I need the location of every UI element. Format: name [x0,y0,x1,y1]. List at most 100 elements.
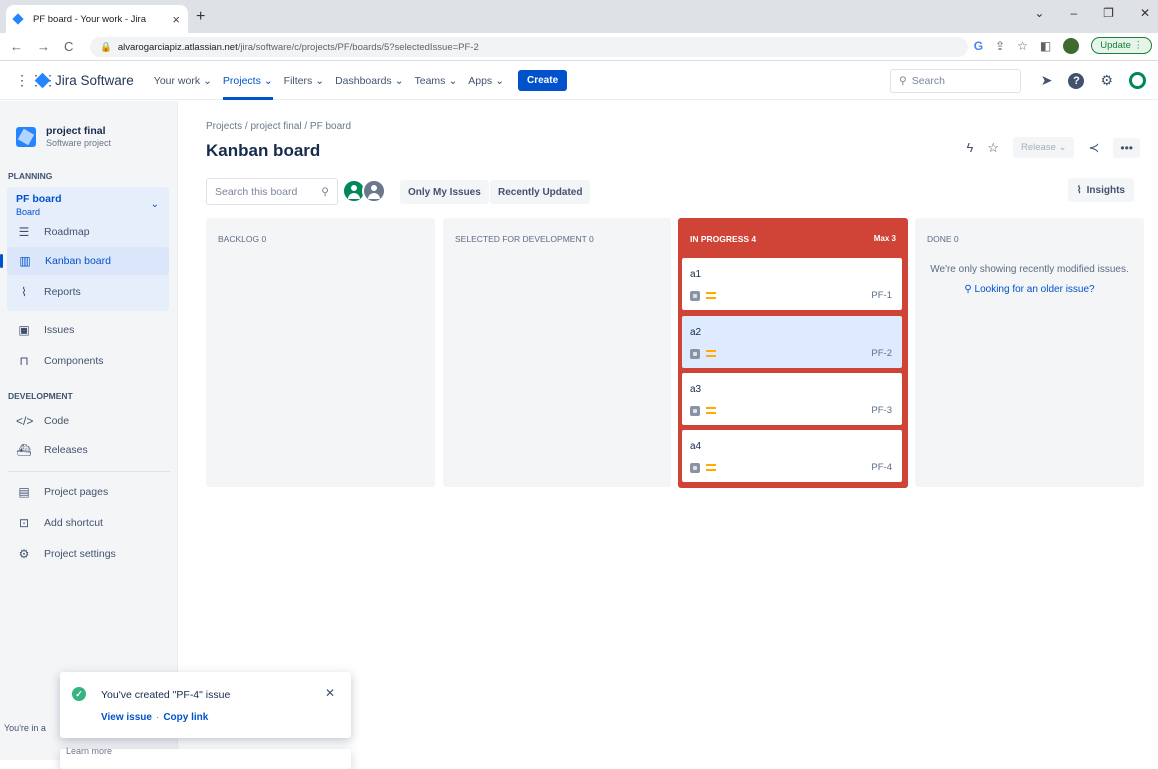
planning-heading: PLANNING [8,171,53,181]
back-icon[interactable]: ← [10,39,23,54]
success-flag: ✓ You've created "PF-4" issue ✕ View iss… [60,672,351,738]
window-controls: ⌄ – ❐ ✕ [1034,6,1150,20]
restore-icon[interactable]: ❐ [1103,6,1114,20]
flag-actions: View issue · Copy link [101,712,209,723]
issue-card[interactable]: a3 PF-3 [682,373,902,425]
sidebar-item-kanban-board[interactable]: ▥ Kanban board [7,247,169,275]
close-tab-icon[interactable]: × [172,12,180,27]
top-right-icons: ➤ ? ⚙ [1041,72,1146,89]
column-backlog: BACKLOG 0 [206,218,435,487]
share-page-icon[interactable]: ⇪ [995,39,1005,53]
menu-dashboards[interactable]: Dashboards ⌄ [335,62,403,100]
breadcrumb[interactable]: Projects / project final / PF board [206,121,351,132]
jira-diamond-icon [34,72,51,89]
releases-ship-icon: ⛴ [16,443,32,457]
issue-card-selected[interactable]: a2 PF-2 [682,316,902,368]
chevron-down-icon: ⌄ [495,74,504,87]
unassigned-avatar[interactable] [362,179,386,203]
task-type-icon [690,291,700,301]
sidebar-item-components[interactable]: ⊓ Components [16,347,103,375]
help-icon[interactable]: ? [1068,72,1085,89]
assignee-avatars [342,179,386,203]
notifications-icon[interactable]: ➤ [1041,72,1053,89]
project-avatar [16,126,36,147]
sidebar-item-project-pages[interactable]: ▤ Project pages [16,478,108,506]
column-header: IN PROGRESS 4 [690,234,757,244]
url-path: /jira/software/c/projects/PF/boards/5?se… [237,41,479,53]
menu-filters[interactable]: Filters ⌄ [284,62,324,100]
automation-bolt-icon[interactable]: ϟ [966,140,973,155]
minimize-icon[interactable]: – [1070,6,1077,20]
settings-gear-icon[interactable]: ⚙ [1100,72,1113,89]
project-header[interactable]: project final Software project [16,125,111,148]
jira-logo[interactable]: Jira Software [34,72,134,89]
browser-toolbar-right: G ⇪ ☆ ◧ Update ⋮ [974,37,1152,54]
menu-apps[interactable]: Apps ⌄ [468,62,504,100]
jira-top-nav: ⋮⋮⋮ Jira Software Your work⌄ Projects⌄ F… [0,62,1158,100]
card-title: a1 [690,269,702,280]
copy-link-link[interactable]: Copy link [163,712,208,723]
issue-card[interactable]: a4 PF-4 [682,430,902,482]
profile-avatar[interactable] [1129,72,1146,89]
update-button[interactable]: Update ⋮ [1091,37,1152,54]
task-type-icon [690,406,700,416]
menu-your-work[interactable]: Your work ⌄ [154,62,212,100]
google-icon[interactable]: G [974,39,983,53]
browser-profile-avatar[interactable] [1063,37,1080,54]
star-icon[interactable]: ☆ [987,140,999,156]
sidebar-item-project-settings[interactable]: ⚙ Project settings [16,540,116,568]
forward-icon[interactable]: → [37,39,50,54]
sidebar-item-issues[interactable]: ▣ Issues [16,316,74,344]
sidebar-item-add-shortcut[interactable]: ⊡ Add shortcut [16,509,103,537]
search-icon: ⚲ [899,75,907,87]
project-sidebar: project final Software project PLANNING … [0,101,178,760]
create-button[interactable]: Create [518,70,568,91]
board-name[interactable]: PF board [16,193,62,205]
board-search-input[interactable]: Search this board ⚲ [206,178,338,205]
done-info-text: We're only showing recently modified iss… [930,264,1129,275]
board-subtitle: Board [16,207,41,217]
issue-card[interactable]: a1 PF-1 [682,258,902,310]
column-in-progress: IN PROGRESS 4 Max 3 a1 PF-1 a2 PF-2 a3 P… [678,218,908,488]
global-search-input[interactable]: ⚲ Search [890,69,1021,93]
menu-teams[interactable]: Teams ⌄ [415,62,458,100]
sidebar-item-releases[interactable]: ⛴ Releases [16,436,87,464]
view-issue-link[interactable]: View issue [101,712,152,723]
close-icon[interactable]: ✕ [325,686,335,700]
app-switcher-icon[interactable]: ⋮⋮⋮ [15,72,57,89]
learn-more-link[interactable]: Learn more [66,746,112,756]
older-issue-link[interactable]: ⚲ Looking for an older issue? [915,284,1144,295]
column-header: SELECTED FOR DEVELOPMENT 0 [455,234,594,244]
priority-medium-icon [706,292,716,299]
card-key: PF-1 [871,290,892,301]
menu-projects[interactable]: Projects ⌄ [222,62,273,100]
reload-icon[interactable]: C [64,39,73,54]
only-my-issues-filter[interactable]: Only My Issues [400,180,489,204]
project-name: project final [46,125,106,137]
sidebar-item-roadmap[interactable]: ☰ Roadmap [16,218,90,246]
chevron-down-icon: ⌄ [448,74,458,87]
close-window-icon[interactable]: ✕ [1140,6,1150,20]
new-tab-icon[interactable]: + [196,8,205,26]
priority-medium-icon [706,464,716,471]
sidebar-divider [8,471,170,472]
sidebar-item-code[interactable]: </> Code [16,407,69,435]
side-panel-icon[interactable]: ◧ [1040,39,1051,53]
top-menu: Your work ⌄ Projects ⌄ Filters ⌄ Dashboards… [154,62,504,100]
roadmap-icon: ☰ [18,225,30,239]
bookmark-star-icon[interactable]: ☆ [1017,39,1028,53]
recently-updated-filter[interactable]: Recently Updated [490,180,591,204]
insights-button[interactable]: ⌇ Insights [1067,178,1134,202]
tab-search-icon[interactable]: ⌄ [1034,6,1044,20]
release-button[interactable]: Release ⌄ [1013,137,1075,158]
url-domain: alvarogarciapiz.atlassian.net [117,41,238,53]
sidebar-item-reports[interactable]: ⌇ Reports [16,278,81,306]
flag-message: You've created "PF-4" issue [101,689,231,701]
url-field[interactable]: 🔒 alvarogarciapiz.atlassian.net/jira/sof… [90,37,968,57]
browser-tab[interactable]: PF board - Your work - Jira × [6,5,188,33]
share-icon[interactable]: ≺ [1088,140,1099,156]
more-actions-button[interactable]: ••• [1113,137,1140,158]
card-key: PF-2 [871,348,892,359]
components-icon: ⊓ [19,354,29,368]
chevron-down-icon[interactable]: ⌄ [151,199,159,210]
